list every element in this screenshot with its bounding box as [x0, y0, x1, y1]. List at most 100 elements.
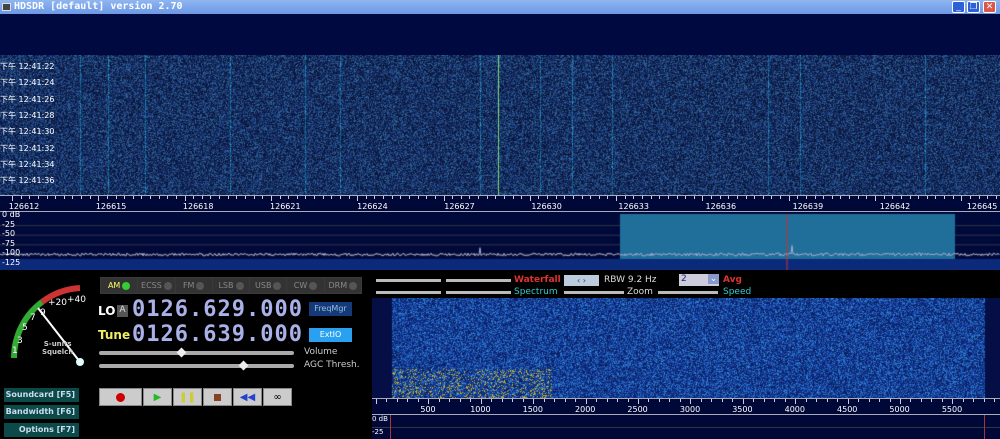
- mode-lsb-button[interactable]: LSB: [213, 278, 249, 293]
- scale-tick: [176, 196, 177, 199]
- frequency-label: 126636: [706, 202, 737, 211]
- volume-knob[interactable]: [176, 348, 186, 358]
- audio-spectrum[interactable]: 0 dB -25: [372, 415, 1000, 439]
- scale-tick: [331, 196, 332, 199]
- record-button[interactable]: [99, 388, 142, 406]
- chevron-down-icon: ⌄: [708, 274, 719, 284]
- mode-drm-button[interactable]: DRM: [325, 278, 361, 293]
- scale-tick: [374, 196, 375, 199]
- waterfall-contrast-slider[interactable]: [376, 279, 441, 282]
- waterfall-brightness-slider[interactable]: [446, 279, 511, 282]
- scale-tick: [470, 399, 471, 402]
- scale-tick: [435, 196, 436, 199]
- frequency-label: 126624: [357, 202, 388, 211]
- rbw-stepper[interactable]: ‹ ›: [564, 275, 599, 286]
- restore-button[interactable]: ❐: [967, 1, 980, 13]
- tune-frequency[interactable]: 0126.639.000: [132, 322, 303, 347]
- scale-tick: [701, 399, 702, 402]
- waterfall-display[interactable]: [0, 55, 1000, 195]
- scale-tick: [297, 196, 298, 199]
- scale-tick: [737, 196, 738, 199]
- stop-button[interactable]: [203, 388, 232, 406]
- scale-tick: [910, 399, 911, 402]
- zoom-label: Zoom: [627, 287, 653, 297]
- lo-vfo-badge[interactable]: A: [117, 305, 128, 317]
- scale-tick: [669, 399, 670, 402]
- play-button[interactable]: ▶: [143, 388, 172, 406]
- scale-tick: [628, 399, 629, 402]
- s-label-3: 3: [17, 336, 23, 346]
- waterfall-time-label: 下午 12:41:32: [0, 144, 54, 153]
- scale-tick: [491, 399, 492, 402]
- loop-button[interactable]: ∞: [263, 388, 292, 406]
- minimize-button[interactable]: _: [952, 1, 965, 13]
- scale-tick: [219, 196, 220, 199]
- scale-tick: [573, 196, 574, 199]
- db-label: -75: [2, 240, 15, 248]
- filter-edge-low: [390, 415, 391, 439]
- frequency-label: 126621: [270, 202, 301, 211]
- mode-am-button[interactable]: AM: [101, 278, 137, 293]
- volume-slider[interactable]: [99, 351, 294, 355]
- frequency-label: 126630: [531, 202, 562, 211]
- audio-waterfall[interactable]: [372, 298, 1000, 398]
- agc-knob[interactable]: [239, 361, 249, 371]
- scale-tick: [554, 399, 555, 402]
- pause-icon: ❚❚: [179, 392, 196, 403]
- bandwidth-button[interactable]: Bandwidth [F6]: [4, 405, 79, 419]
- scale-tick: [651, 196, 652, 199]
- scale-tick: [921, 399, 922, 402]
- soundcard-button[interactable]: Soundcard [F5]: [4, 388, 79, 402]
- scale-tick: [280, 196, 281, 199]
- db-label: -25: [2, 221, 15, 229]
- scale-tick: [963, 399, 964, 402]
- scale-tick: [487, 196, 488, 199]
- scale-tick: [47, 196, 48, 199]
- frequency-label: 126615: [96, 202, 127, 211]
- scale-tick: [481, 399, 482, 404]
- options-button[interactable]: Options [F7]: [4, 423, 79, 437]
- audio-frequency-label: 1500: [523, 405, 543, 414]
- scale-tick: [746, 196, 747, 199]
- freqmgr-button[interactable]: FreqMgr: [309, 302, 352, 316]
- spectrum-contrast-slider[interactable]: [376, 291, 441, 294]
- frequency-scale[interactable]: 126612 126615 126618 126621 126624 126627 1266…: [0, 195, 1000, 212]
- scale-tick: [38, 196, 39, 199]
- s-label-7: 7: [30, 313, 36, 323]
- audio-frequency-scale[interactable]: 500 1000 1500 2000 2500 3000 3500 4000 4500 5000 5…: [372, 398, 1000, 415]
- close-button[interactable]: ✕: [983, 1, 996, 13]
- speed-slider[interactable]: [658, 291, 718, 294]
- zoom-slider[interactable]: [564, 291, 624, 294]
- scale-tick: [504, 196, 505, 199]
- avg-select[interactable]: 2 ⌄: [679, 274, 719, 286]
- loop-icon: ∞: [273, 392, 281, 403]
- scale-tick: [90, 196, 91, 199]
- scale-tick: [564, 196, 565, 199]
- scale-tick: [633, 196, 634, 199]
- s-label-1: 1: [12, 346, 18, 356]
- scale-tick: [942, 399, 943, 402]
- extio-button[interactable]: ExtIO: [309, 328, 352, 342]
- scale-tick: [538, 196, 539, 199]
- title-bar: HDSDR [default] version 2.70: [0, 0, 1000, 14]
- scale-tick: [133, 196, 134, 199]
- pause-button[interactable]: ❚❚: [173, 388, 202, 406]
- scale-tick: [764, 399, 765, 402]
- spectrum-display[interactable]: [0, 212, 1000, 270]
- mode-selector: AM ECSS FM LSB USB CW DRM: [100, 277, 362, 294]
- agc-slider[interactable]: [99, 364, 294, 368]
- db-label: 0 dB: [2, 211, 20, 219]
- rewind-button[interactable]: ◀◀: [233, 388, 262, 406]
- mode-led-icon: [349, 282, 357, 290]
- scale-tick: [150, 196, 151, 199]
- mode-usb-button[interactable]: USB: [250, 278, 286, 293]
- scale-tick: [944, 196, 945, 199]
- scale-tick: [409, 196, 410, 199]
- mode-fm-button[interactable]: FM: [176, 278, 212, 293]
- volume-label: Volume: [304, 347, 337, 357]
- mode-ecss-button[interactable]: ECSS: [138, 278, 174, 293]
- spectrum-brightness-slider[interactable]: [446, 291, 511, 294]
- scale-tick: [879, 399, 880, 402]
- lo-frequency[interactable]: 0126.629.000: [132, 297, 303, 322]
- mode-cw-button[interactable]: CW: [287, 278, 323, 293]
